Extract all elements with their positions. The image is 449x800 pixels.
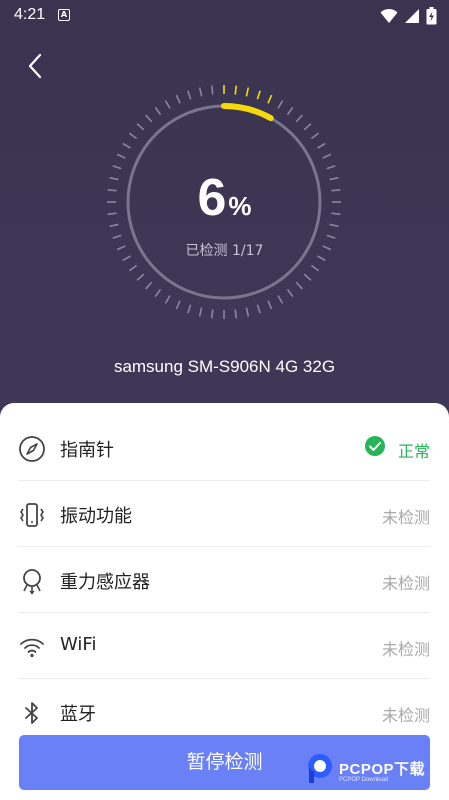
device-name: samsung SM-S906N 4G 32G [113, 357, 336, 376]
progress-count-text: 已检测 1/17 [185, 243, 264, 259]
battery-icon [426, 7, 437, 25]
gauge-tick [145, 281, 153, 290]
gauge-tick [303, 123, 312, 131]
list-item-vibration[interactable]: 振动功能 未检测 [18, 481, 430, 547]
gauge-tick [136, 123, 145, 131]
check-circle-icon [365, 436, 385, 456]
gauge-tick [187, 90, 192, 100]
gauge-tick [128, 132, 138, 140]
gauge-tick [245, 87, 250, 97]
gauge-tick [256, 90, 261, 100]
gauge-tick [245, 307, 250, 317]
gauge-tick [210, 309, 214, 319]
back-arrow-icon[interactable] [22, 52, 50, 80]
gauge-tick [175, 300, 181, 310]
gauge-tick [286, 288, 294, 298]
status-pending-text: 未检测 [381, 508, 430, 527]
gauge-tick [303, 273, 312, 281]
gauge-tick [175, 94, 181, 104]
gauge-tick [277, 295, 284, 304]
gauge-progress-arc [221, 103, 274, 122]
gauge-tick [198, 87, 203, 97]
gauge-tick [198, 307, 203, 317]
gravity-sensor-icon [23, 569, 41, 595]
gauge-tick [128, 264, 138, 272]
bluetooth-icon [25, 702, 38, 724]
gauge-tick [286, 106, 294, 116]
status-icons [380, 6, 437, 26]
item-label: 振动功能 [60, 506, 132, 527]
gauge-tick [317, 142, 326, 149]
gauge-tick [154, 106, 162, 116]
status-bar: 4:21 A [0, 0, 449, 32]
item-label: 重力感应器 [60, 572, 150, 593]
gauge-tick [277, 100, 284, 109]
percent-sign: % [228, 191, 252, 221]
gauge-tick [122, 142, 131, 149]
list-item-compass[interactable]: 指南针 正常 [18, 415, 430, 481]
gauge-tick [234, 309, 238, 319]
status-pending-text: 未检测 [381, 574, 430, 593]
compass-icon [19, 436, 45, 462]
gauge-tick [295, 281, 303, 290]
wifi-icon [20, 638, 44, 658]
gauge-tick [112, 234, 122, 239]
list-item-wifi[interactable]: WiFi 未检测 [18, 613, 430, 679]
gauge-tick [164, 100, 171, 109]
gauge-tick [187, 304, 192, 314]
gauge-tick [136, 273, 145, 281]
item-label: WiFi [60, 634, 97, 655]
gauge-tick [210, 85, 214, 95]
gauge-tick [310, 132, 320, 140]
gauge-tick [326, 234, 336, 239]
gauge-tick [322, 153, 332, 159]
watermark-logo: PCPOP下载 PCPOP Download [305, 750, 445, 786]
gauge-tick [310, 264, 320, 272]
pcpop-logo-icon [308, 754, 332, 783]
gauge-tick [234, 85, 238, 95]
item-label: 指南针 [60, 440, 114, 461]
progress-percent: 6% [0, 168, 449, 228]
gauge-tick [267, 94, 273, 104]
wifi-signal-icon [380, 8, 398, 23]
status-pending-text: 未检测 [381, 706, 430, 725]
cell-signal-icon [405, 9, 419, 23]
vibration-icon [20, 503, 44, 527]
status-pending-text: 未检测 [381, 640, 430, 659]
status-ok-text: 正常 [397, 442, 430, 461]
watermark-brand: PCPOP下载 [339, 761, 426, 778]
gauge-tick [267, 300, 273, 310]
gauge-tick [116, 153, 126, 159]
status-time: 4:21 [14, 6, 46, 23]
list-item-gravity-sensor[interactable]: 重力感应器 未检测 [18, 547, 430, 613]
percent-value: 6 [197, 169, 227, 227]
gauge-tick [295, 114, 303, 123]
watermark-sub: PCPOP Download [339, 777, 389, 783]
gauge-tick [154, 288, 162, 298]
item-label: 蓝牙 [60, 704, 96, 725]
gauge-tick [145, 114, 153, 123]
gauge-tick [256, 304, 261, 314]
notification-a-icon: A [58, 9, 70, 21]
gauge-tick [164, 295, 171, 304]
